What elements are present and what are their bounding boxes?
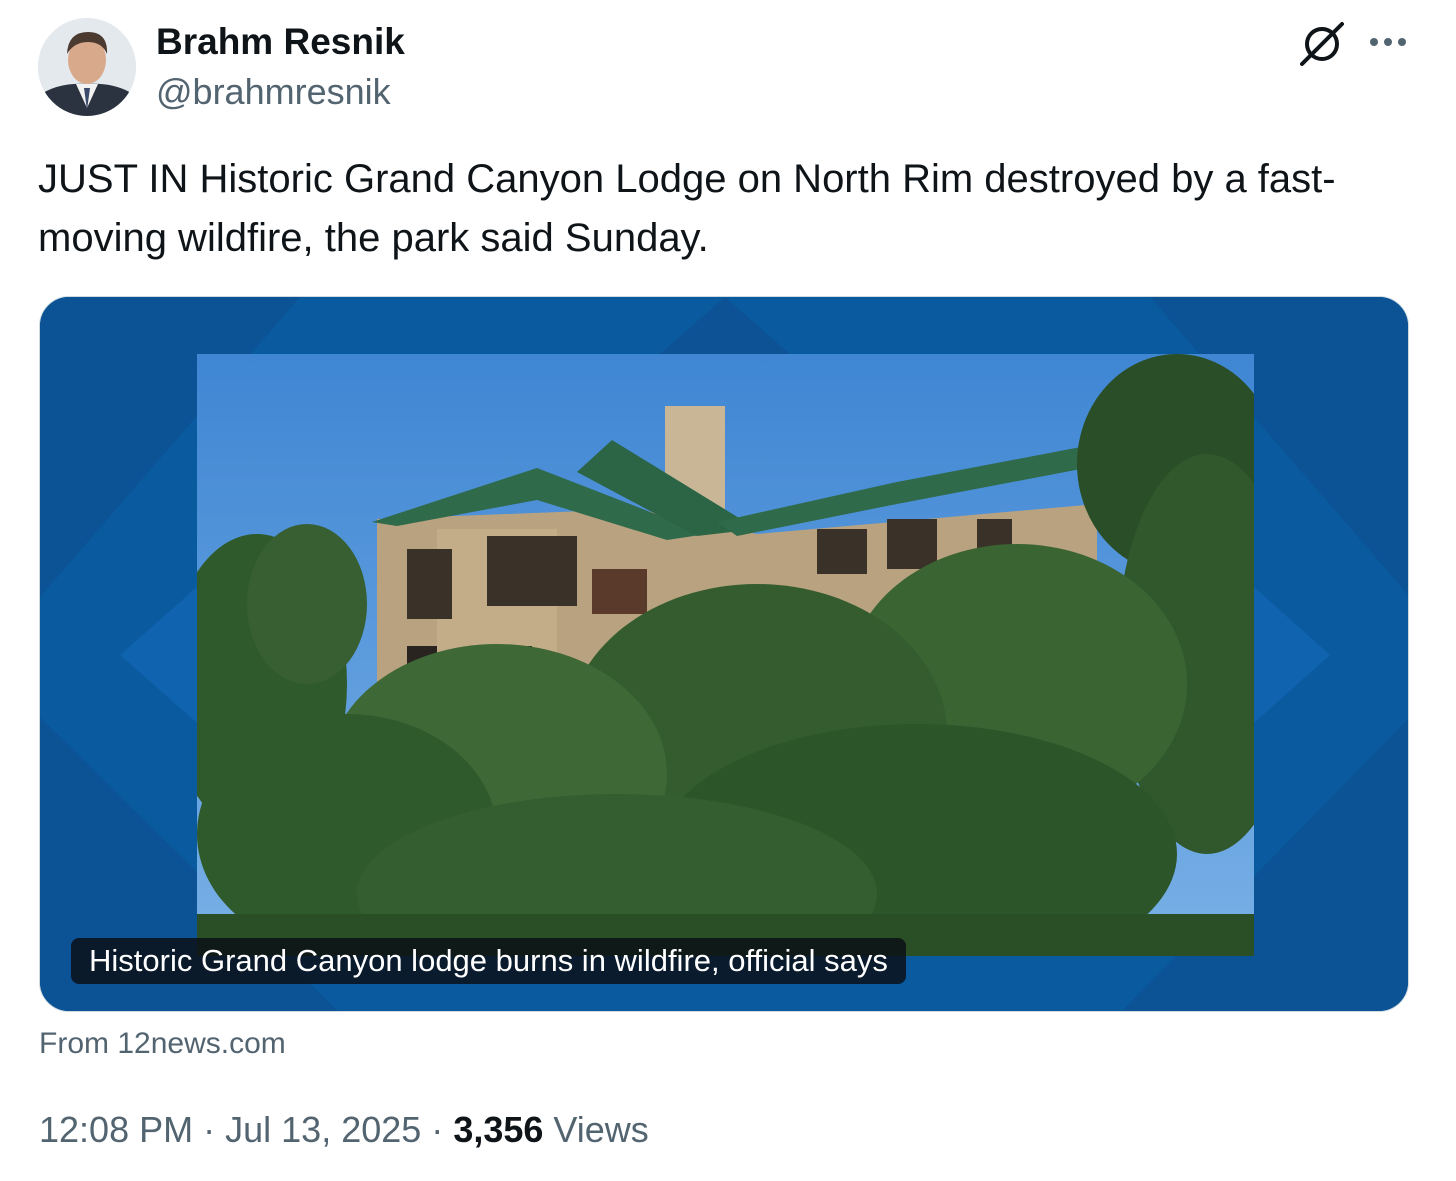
avatar-portrait	[38, 18, 136, 116]
meta-separator: ·	[431, 1109, 444, 1150]
link-card-caption: Historic Grand Canyon lodge burns in wil…	[71, 938, 906, 984]
meta-separator: ·	[203, 1109, 216, 1150]
avatar[interactable]	[38, 18, 136, 116]
link-card[interactable]: Historic Grand Canyon lodge burns in wil…	[39, 296, 1409, 1012]
author-display-name[interactable]: Brahm Resnik	[156, 20, 405, 64]
grok-slash-icon[interactable]	[1296, 20, 1348, 68]
author-handle[interactable]: @brahmresnik	[156, 70, 391, 114]
tweet-meta: 12:08 PM · Jul 13, 2025 · 3,356 Views	[39, 1106, 649, 1154]
lodge-photo	[197, 354, 1254, 956]
more-horizontal-icon[interactable]	[1366, 26, 1410, 58]
views-label: Views	[553, 1109, 649, 1150]
views-count: 3,356	[453, 1109, 544, 1150]
link-source[interactable]: From 12news.com	[39, 1024, 286, 1064]
tweet-date[interactable]: Jul 13, 2025	[225, 1109, 421, 1150]
tweet-time[interactable]: 12:08 PM	[39, 1109, 193, 1150]
tweet-text: JUST IN Historic Grand Canyon Lodge on N…	[38, 157, 1336, 260]
